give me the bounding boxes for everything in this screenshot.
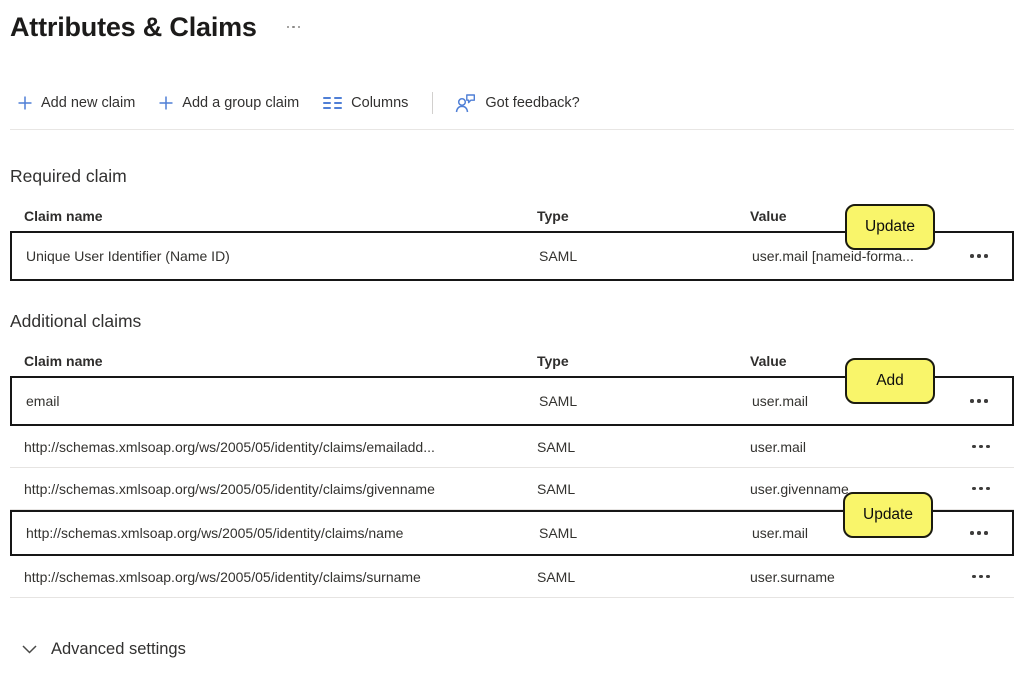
annotation-callout-add-additional: Add bbox=[845, 358, 935, 404]
additional-claims-heading: Additional claims bbox=[10, 311, 1014, 332]
got-feedback-label: Got feedback? bbox=[485, 95, 579, 111]
claim-type-cell: SAML bbox=[537, 481, 750, 497]
got-feedback-button[interactable]: Got feedback? bbox=[447, 91, 589, 116]
row-context-menu-icon[interactable] bbox=[970, 481, 992, 497]
claim-name-cell: http://schemas.xmlsoap.org/ws/2005/05/id… bbox=[10, 439, 537, 455]
toolbar-divider bbox=[432, 92, 433, 114]
row-context-menu-icon[interactable] bbox=[968, 525, 990, 541]
annotation-callout-update-name: Update bbox=[843, 492, 933, 538]
plus-icon bbox=[18, 96, 32, 110]
columns-button[interactable]: Columns bbox=[315, 92, 418, 114]
claim-row-surname[interactable]: http://schemas.xmlsoap.org/ws/2005/05/id… bbox=[10, 556, 1014, 598]
required-claim-heading: Required claim bbox=[10, 166, 1014, 187]
claim-value-cell: user.surname bbox=[750, 569, 950, 585]
row-context-menu-icon[interactable] bbox=[970, 569, 992, 585]
add-group-claim-label: Add a group claim bbox=[182, 95, 299, 111]
person-feedback-icon bbox=[455, 94, 476, 113]
row-context-menu-icon[interactable] bbox=[968, 248, 990, 264]
page-more-menu-icon[interactable] bbox=[283, 22, 305, 33]
columns-label: Columns bbox=[351, 95, 408, 111]
toolbar-divider-line bbox=[10, 129, 1014, 130]
command-bar: Add new claim Add a group claim Columns … bbox=[10, 90, 1014, 116]
claim-type-cell: SAML bbox=[537, 439, 750, 455]
claim-name-cell: http://schemas.xmlsoap.org/ws/2005/05/id… bbox=[10, 569, 537, 585]
advanced-settings-expander[interactable]: Advanced settings bbox=[22, 640, 1014, 659]
advanced-settings-label: Advanced settings bbox=[51, 640, 186, 659]
column-header-type: Type bbox=[537, 353, 750, 369]
claim-value-cell: user.mail [nameid-forma... bbox=[752, 248, 952, 264]
claim-type-cell: SAML bbox=[539, 248, 752, 264]
attributes-claims-page: Attributes & Claims Add new claim Add a … bbox=[0, 0, 1024, 673]
add-new-claim-button[interactable]: Add new claim bbox=[10, 92, 145, 114]
claim-type-cell: SAML bbox=[539, 393, 752, 409]
annotation-callout-update-required: Update bbox=[845, 204, 935, 250]
add-group-claim-button[interactable]: Add a group claim bbox=[151, 92, 309, 114]
claim-row-emailaddress[interactable]: http://schemas.xmlsoap.org/ws/2005/05/id… bbox=[10, 426, 1014, 468]
page-title: Attributes & Claims bbox=[10, 12, 257, 43]
columns-icon bbox=[323, 97, 342, 110]
claim-name-cell: email bbox=[12, 393, 539, 409]
column-header-claim-name: Claim name bbox=[10, 353, 537, 369]
plus-icon bbox=[159, 96, 173, 110]
claim-name-cell: http://schemas.xmlsoap.org/ws/2005/05/id… bbox=[10, 481, 537, 497]
claim-value-cell: user.mail bbox=[750, 439, 950, 455]
claim-name-cell: http://schemas.xmlsoap.org/ws/2005/05/id… bbox=[12, 525, 539, 541]
claim-type-cell: SAML bbox=[539, 525, 752, 541]
column-header-type: Type bbox=[537, 208, 750, 224]
column-header-claim-name: Claim name bbox=[10, 208, 537, 224]
page-header: Attributes & Claims bbox=[10, 8, 1014, 46]
claim-type-cell: SAML bbox=[537, 569, 750, 585]
row-context-menu-icon[interactable] bbox=[970, 439, 992, 455]
row-context-menu-icon[interactable] bbox=[968, 393, 990, 409]
chevron-down-icon bbox=[22, 645, 37, 654]
claim-name-cell: Unique User Identifier (Name ID) bbox=[12, 248, 539, 264]
add-new-claim-label: Add new claim bbox=[41, 95, 135, 111]
